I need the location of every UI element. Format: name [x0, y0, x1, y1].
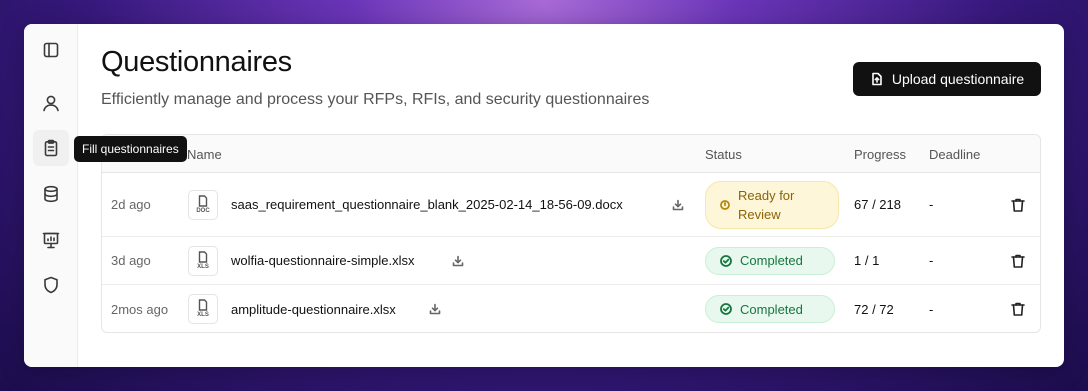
table-row[interactable]: 3d ago XLS wolfia-questionnaire-simple.x…: [102, 237, 1040, 285]
row-date: 2d ago: [111, 197, 151, 212]
database-icon: [44, 185, 58, 203]
questionnaires-table: Name Status Progress Deadline 2d ago DOC…: [101, 134, 1041, 333]
sidebar-toggle-button[interactable]: [33, 32, 69, 68]
delete-button[interactable]: [1010, 285, 1026, 332]
trash-icon: [1011, 198, 1025, 212]
download-button[interactable]: [429, 285, 441, 332]
clipboard-icon: [44, 139, 58, 157]
column-header-progress[interactable]: Progress: [854, 147, 906, 162]
sidebar-item-security[interactable]: [33, 267, 69, 303]
sidebar-item-profile[interactable]: [33, 85, 69, 121]
check-circle-icon: [720, 254, 732, 267]
delete-button[interactable]: [1010, 237, 1026, 284]
status-badge: Ready for Review: [705, 180, 839, 229]
row-progress: 1 / 1: [854, 253, 880, 268]
table-row[interactable]: 2mos ago XLS amplitude-questionnaire.xls…: [102, 285, 1040, 332]
trash-icon: [1011, 302, 1025, 316]
download-button[interactable]: [672, 173, 684, 236]
row-progress: 67 / 218: [854, 197, 901, 212]
file-upload-icon: [872, 72, 882, 86]
sidebar: [24, 24, 78, 367]
sidebar-item-knowledge[interactable]: [33, 176, 69, 212]
delete-button[interactable]: [1010, 173, 1026, 236]
download-button[interactable]: [452, 237, 464, 284]
check-circle-icon: [720, 303, 732, 315]
status-badge: Completed: [705, 295, 835, 323]
sidebar-item-questionnaires[interactable]: [33, 130, 69, 166]
upload-questionnaire-button[interactable]: Upload questionnaire: [853, 62, 1041, 96]
upload-questionnaire-label: Upload questionnaire: [891, 71, 1025, 87]
status-badge: Completed: [705, 246, 835, 275]
row-date: 3d ago: [111, 253, 151, 268]
presentation-icon: [42, 232, 60, 249]
column-header-deadline[interactable]: Deadline: [929, 147, 980, 162]
download-icon: [429, 303, 441, 315]
column-header-status[interactable]: Status: [705, 147, 742, 162]
row-date: 2mos ago: [111, 301, 169, 317]
row-deadline: -: [929, 253, 934, 268]
table-header: Name Status Progress Deadline: [102, 135, 1040, 173]
row-progress: 72 / 72: [854, 301, 894, 317]
app-panel: Fill questionnaires Questionnaires Effic…: [24, 24, 1064, 367]
sidebar-item-presentations[interactable]: [33, 222, 69, 258]
shield-icon: [44, 276, 58, 294]
column-header-name[interactable]: Name: [187, 147, 222, 162]
panel-toggle-icon: [43, 42, 59, 58]
doc-file-icon: DOC: [188, 189, 218, 220]
row-deadline: -: [929, 301, 934, 317]
sidebar-tooltip: Fill questionnaires: [74, 136, 187, 162]
row-file-name[interactable]: saas_requirement_questionnaire_blank_202…: [231, 173, 623, 236]
row-file-name[interactable]: amplitude-questionnaire.xlsx: [231, 285, 396, 332]
clock-icon: [720, 199, 730, 210]
page-title: Questionnaires: [101, 46, 292, 78]
row-file-name[interactable]: wolfia-questionnaire-simple.xlsx: [231, 237, 415, 284]
xls-file-icon: XLS: [188, 294, 218, 324]
download-icon: [672, 199, 684, 210]
table-row[interactable]: 2d ago DOC saas_requirement_questionnair…: [102, 173, 1040, 237]
download-icon: [452, 255, 464, 266]
xls-file-icon: XLS: [188, 245, 218, 276]
row-deadline: -: [929, 197, 934, 212]
trash-icon: [1011, 254, 1025, 268]
page-subtitle: Efficiently manage and process your RFPs…: [101, 91, 650, 108]
user-icon: [43, 95, 59, 112]
